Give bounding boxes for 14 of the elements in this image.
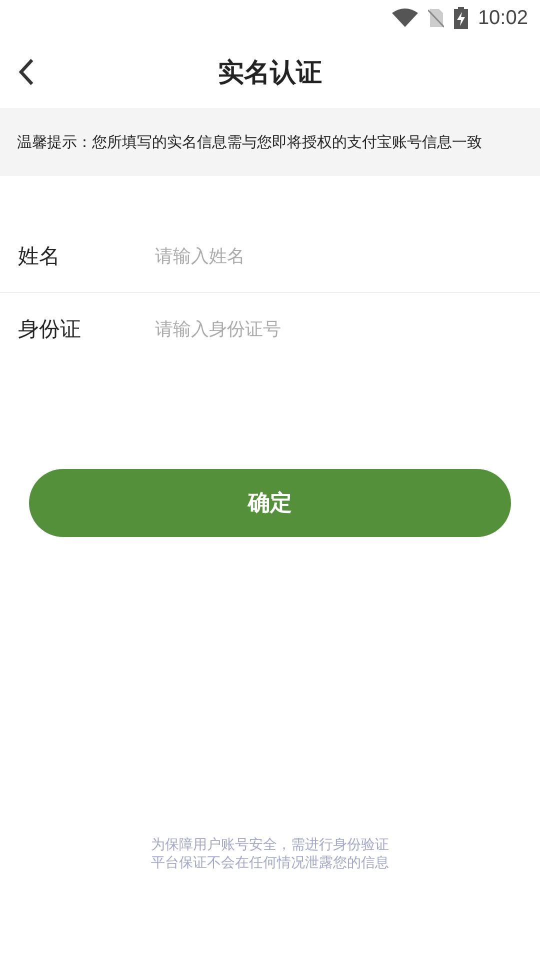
input-field[interactable]: 请输入姓名 [153,244,540,268]
confirm-button[interactable]: 确定 [29,469,511,537]
no-sim-icon [428,8,444,28]
input-field[interactable]: 请输入身份证号 [153,318,540,340]
page-title: 实名认证 [218,56,322,90]
back-icon[interactable] [16,57,36,87]
status-time: 10:02 [478,6,528,30]
footer-note: 为保障用户账号安全，需进行身份验证 [151,836,389,854]
wifi-icon [392,8,418,28]
footer-note: 平台保证不会在任何情况泄露您的信息 [151,854,389,872]
notice-banner: 温馨提示：您所填写的实名信息需与您即将授权的支付宝账号信息一致 [0,108,540,176]
battery-charging-icon [454,7,468,29]
field-label: 姓名 [17,243,61,270]
field-label: 身份证 [17,316,82,343]
